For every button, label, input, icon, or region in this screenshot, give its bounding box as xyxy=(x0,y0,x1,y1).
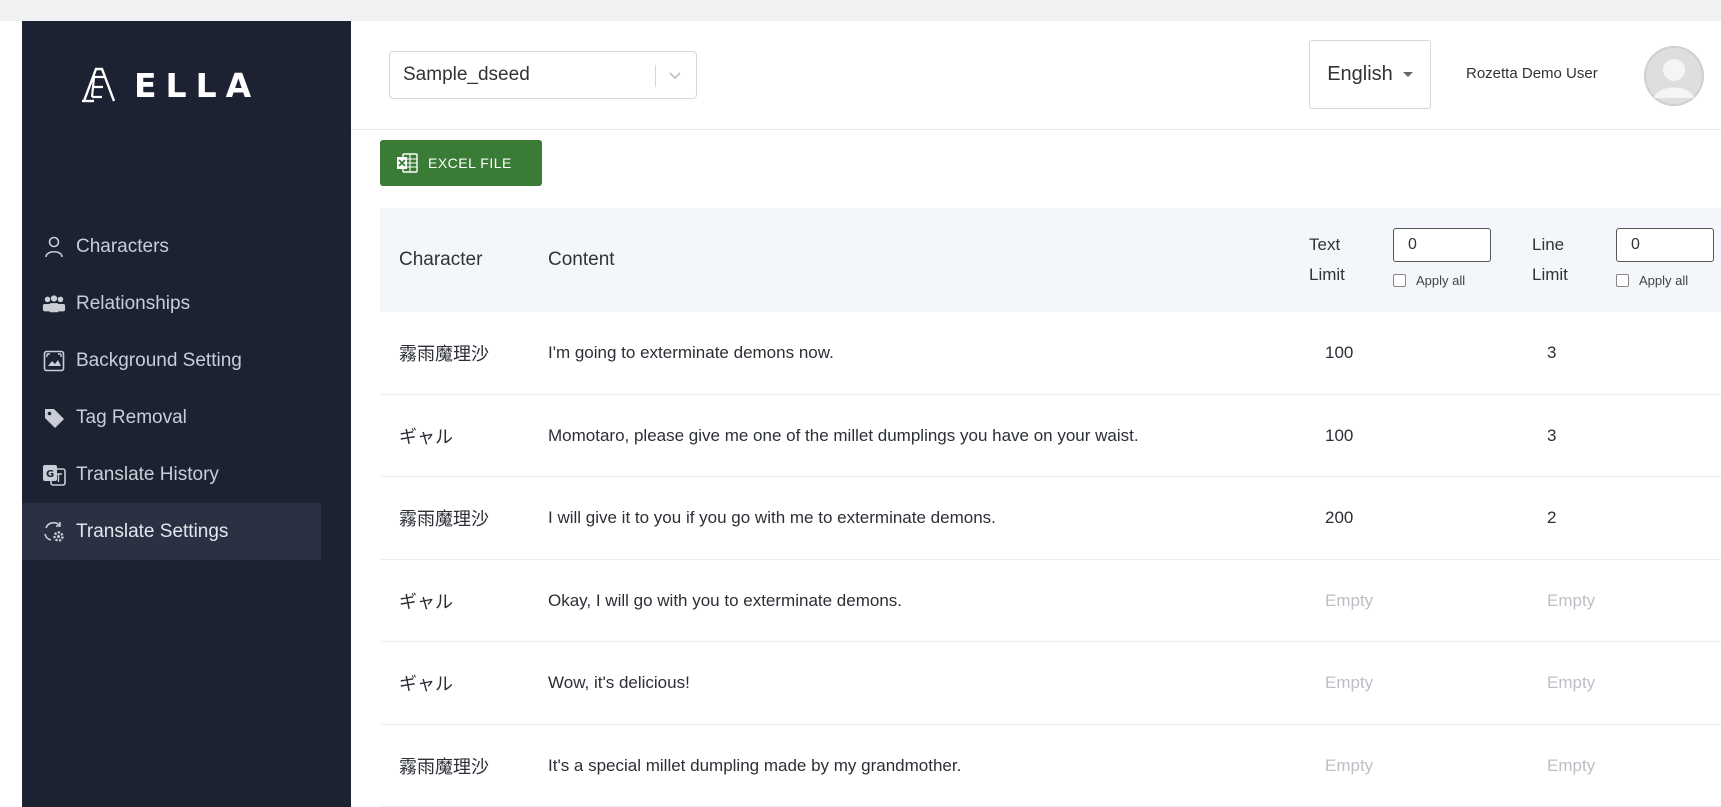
translate-icon: G xyxy=(42,463,66,487)
line-limit-input[interactable]: 0 xyxy=(1616,228,1714,262)
select-divider xyxy=(655,65,656,87)
dialogue-table: Character Content Text Limit 0 Apply all… xyxy=(380,208,1721,807)
text-limit-apply-all-checkbox[interactable]: Apply all xyxy=(1393,273,1465,288)
sidebar-item-label: Tag Removal xyxy=(76,406,187,428)
table-row[interactable]: 霧雨魔理沙 I'm going to exterminate demons no… xyxy=(380,312,1721,395)
line-limit-label-line1: Line xyxy=(1532,235,1565,254)
top-header: Sample_dseed English Rozetta Demo User xyxy=(351,21,1721,130)
character-cell: 霧雨魔理沙 xyxy=(399,509,489,529)
text-limit-cell[interactable]: 100 xyxy=(1325,395,1353,477)
column-header-text-limit: Text Limit xyxy=(1309,230,1345,290)
text-limit-label-line2: Limit xyxy=(1309,265,1345,284)
column-header-character: Character xyxy=(399,249,483,270)
chevron-down-icon xyxy=(669,72,681,79)
excel-icon xyxy=(397,153,418,173)
language-select[interactable]: English xyxy=(1309,40,1431,109)
table-row[interactable]: ギャル Momotaro, please give me one of the … xyxy=(380,395,1721,477)
sidebar-item-label: Translate Settings xyxy=(76,520,229,542)
apply-all-label: Apply all xyxy=(1639,273,1689,288)
line-limit-apply-all-checkbox[interactable]: Apply all xyxy=(1616,273,1688,288)
sidebar-item-relationships[interactable]: Relationships xyxy=(22,275,351,332)
line-limit-cell[interactable]: Empty xyxy=(1547,642,1595,724)
content-cell: I will give it to you if you go with me … xyxy=(548,508,996,527)
tag-icon xyxy=(42,406,66,430)
text-limit-cell[interactable]: 200 xyxy=(1325,477,1353,559)
excel-file-button[interactable]: EXCEL FILE xyxy=(380,140,542,186)
text-limit-label-line1: Text xyxy=(1309,235,1341,254)
logo-text: ELLA xyxy=(134,65,261,105)
line-limit-cell[interactable]: 3 xyxy=(1547,395,1556,477)
line-limit-cell[interactable]: Empty xyxy=(1547,560,1595,642)
table-row[interactable]: 霧雨魔理沙 I will give it to you if you go wi… xyxy=(380,477,1721,560)
svg-text:G: G xyxy=(46,469,54,480)
ella-logo-icon xyxy=(82,67,116,103)
table-row[interactable]: ギャル Wow, it's delicious! Empty Empty xyxy=(380,642,1721,725)
avatar[interactable] xyxy=(1644,46,1704,106)
line-limit-label-line2: Limit xyxy=(1532,265,1568,284)
character-cell: ギャル xyxy=(399,591,453,612)
checkbox-box xyxy=(1616,274,1629,287)
column-header-content: Content xyxy=(548,249,615,270)
sidebar-item-background-setting[interactable]: Background Setting xyxy=(22,332,351,389)
checkbox-box xyxy=(1393,274,1406,287)
text-limit-input[interactable]: 0 xyxy=(1393,228,1491,262)
sidebar-nav: Characters Relationships Background Sett… xyxy=(22,218,351,560)
content-cell: It's a special millet dumpling made by m… xyxy=(548,755,962,775)
text-limit-cell[interactable]: Empty xyxy=(1325,725,1373,807)
character-cell: ギャル xyxy=(399,426,453,447)
language-value: English xyxy=(1327,63,1393,85)
line-limit-cell[interactable]: 2 xyxy=(1547,477,1556,559)
caret-down-icon xyxy=(1402,72,1413,77)
text-limit-cell[interactable]: Empty xyxy=(1325,560,1373,642)
text-limit-cell[interactable]: Empty xyxy=(1325,642,1373,724)
user-name[interactable]: Rozetta Demo User xyxy=(1466,65,1598,82)
apply-all-label: Apply all xyxy=(1416,273,1466,288)
sidebar-item-characters[interactable]: Characters xyxy=(22,218,351,275)
line-limit-cell[interactable]: 3 xyxy=(1547,312,1556,394)
content-cell: Momotaro, please give me one of the mill… xyxy=(548,425,1139,445)
sidebar-item-tag-removal[interactable]: Tag Removal xyxy=(22,389,351,446)
text-limit-cell[interactable]: 100 xyxy=(1325,312,1353,394)
table-row[interactable]: 霧雨魔理沙 It's a special millet dumpling mad… xyxy=(380,725,1721,807)
character-cell: 霧雨魔理沙 xyxy=(399,344,489,364)
sidebar-item-label: Background Setting xyxy=(76,349,242,371)
table-header: Character Content Text Limit 0 Apply all… xyxy=(380,208,1721,312)
character-cell: ギャル xyxy=(399,674,453,694)
top-strip xyxy=(0,0,1721,21)
image-frame-icon xyxy=(42,349,66,373)
app-logo[interactable]: ELLA xyxy=(80,65,260,105)
line-limit-cell[interactable]: Empty xyxy=(1547,725,1595,807)
column-header-line-limit: Line Limit xyxy=(1532,230,1568,290)
character-cell: 霧雨魔理沙 xyxy=(399,756,489,777)
sidebar-item-translate-settings[interactable]: Translate Settings xyxy=(22,503,321,560)
table-row[interactable]: ギャル Okay, I will go with you to extermin… xyxy=(380,560,1721,642)
avatar-placeholder-icon xyxy=(1644,46,1704,106)
sidebar-item-label: Translate History xyxy=(76,463,219,485)
sidebar-item-label: Characters xyxy=(76,235,169,257)
sidebar-item-label: Relationships xyxy=(76,292,191,314)
sidebar-item-translate-history[interactable]: G Translate History xyxy=(22,446,351,503)
gear-translate-icon xyxy=(42,520,66,544)
project-select[interactable]: Sample_dseed xyxy=(389,51,697,99)
excel-file-label: EXCEL FILE xyxy=(428,155,512,171)
content-cell: I'm going to exterminate demons now. xyxy=(548,343,834,362)
content-cell: Wow, it's delicious! xyxy=(548,673,690,692)
project-select-value: Sample_dseed xyxy=(403,64,530,85)
user-icon xyxy=(42,235,66,259)
content-cell: Okay, I will go with you to exterminate … xyxy=(548,590,903,610)
people-icon xyxy=(42,292,66,316)
sidebar: ELLA Characters Relationships Background… xyxy=(22,21,351,807)
